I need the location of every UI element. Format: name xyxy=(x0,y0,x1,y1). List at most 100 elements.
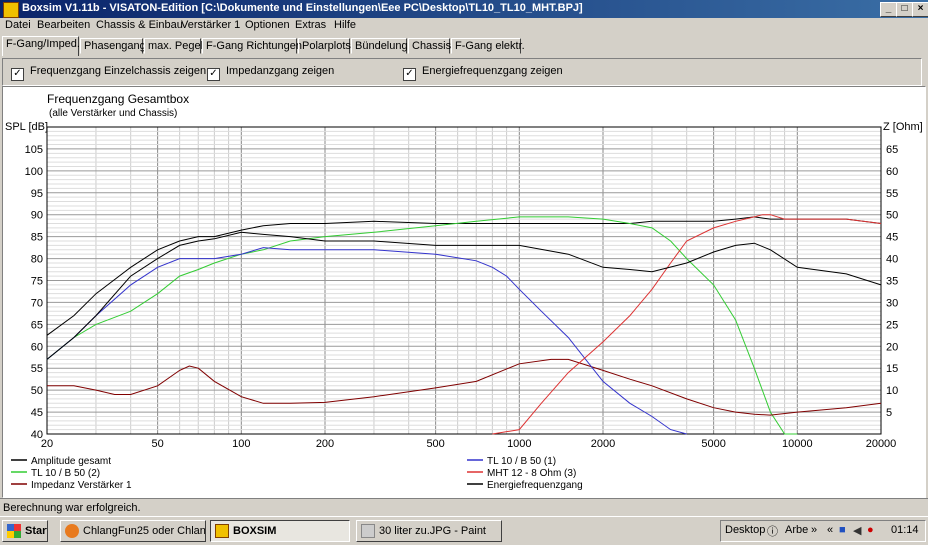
taskbar-item-boxsim[interactable]: BOXSIM xyxy=(210,520,350,542)
taskbar-item-browser[interactable]: ChlangFun25 oder Chlan... xyxy=(60,520,206,542)
status-bar: Berechnung war erfolgreich. xyxy=(0,498,928,517)
network-icon[interactable]: ■ xyxy=(839,524,846,536)
legend-label: MHT 12 - 8 Ohm (3) xyxy=(487,468,576,479)
y-tick-label-left: 60 xyxy=(31,341,43,353)
taskbar: Start ChlangFun25 oder Chlan... BOXSIM 3… xyxy=(0,516,928,545)
y-tick-label-right: 65 xyxy=(886,144,898,156)
tab-fgang-imped[interactable]: F-Gang/Imped. xyxy=(2,36,80,56)
y-tick-label-left: 80 xyxy=(31,254,43,266)
menu-bar: Datei Bearbeiten Chassis & Einbau Verstä… xyxy=(0,18,928,34)
title-bar: Boxsim V1.11b - VISATON-Edition [C:\Doku… xyxy=(0,0,928,18)
check-einzelchassis[interactable]: ✓ Frequenzgang Einzelchassis zeigen xyxy=(11,65,206,81)
check-impedanz[interactable]: ✓ Impedanzgang zeigen xyxy=(207,65,334,81)
tab-max-pegel[interactable]: max. Pegel xyxy=(144,38,203,54)
windows-logo-icon xyxy=(7,524,21,538)
y-tick-label-left: 55 xyxy=(31,363,43,375)
legend-label: TL 10 / B 50 (1) xyxy=(487,456,556,467)
y-tick-label-left: 40 xyxy=(31,429,43,441)
taskbar-item-label: 30 liter zu.JPG - Paint xyxy=(379,525,486,537)
system-tray: Desktop ⓘ Arbe » « ■ ◀ ● 01:14 xyxy=(720,520,926,542)
x-tick-label: 1000 xyxy=(507,438,531,450)
maximize-button[interactable]: □ xyxy=(896,2,913,17)
check-label: Frequenzgang Einzelchassis zeigen xyxy=(30,65,207,77)
tray-expand-icon[interactable]: « xyxy=(827,524,833,536)
check-energie[interactable]: ✓ Energiefrequenzgang zeigen xyxy=(403,65,563,81)
clock: 01:14 xyxy=(891,524,919,536)
paint-icon xyxy=(361,524,375,538)
y-tick-label-right: 25 xyxy=(886,319,898,331)
x-tick-label: 200 xyxy=(316,438,334,450)
y-tick-label-left: 50 xyxy=(31,385,43,397)
arbe-toolbar-label[interactable]: Arbe xyxy=(785,524,808,536)
tab-bar: F-Gang/Imped. Phasengang max. Pegel F-Ga… xyxy=(0,36,928,56)
y-tick-label-right: 40 xyxy=(886,254,898,266)
boxsim-icon xyxy=(215,524,229,538)
y-tick-label-left: 75 xyxy=(31,276,43,288)
menu-optionen[interactable]: Optionen xyxy=(245,19,290,31)
series-line xyxy=(46,231,882,360)
firefox-icon xyxy=(65,524,79,538)
check-label: Impedanzgang zeigen xyxy=(226,65,335,77)
tab-phasengang[interactable]: Phasengang xyxy=(80,38,146,54)
tab-fgang-richtungen[interactable]: F-Gang Richtungen xyxy=(202,38,302,54)
y-tick-label-left: 105 xyxy=(25,144,43,156)
taskbar-item-paint[interactable]: 30 liter zu.JPG - Paint xyxy=(356,520,502,542)
checkbox-icon[interactable]: ✓ xyxy=(403,68,416,81)
menu-datei[interactable]: Datei xyxy=(5,19,31,31)
y-tick-label-right: 60 xyxy=(886,166,898,178)
help-icon: ⓘ xyxy=(767,526,778,538)
y-tick-label-right: 50 xyxy=(886,210,898,222)
chart-legend: Amplitude gesamtTL 10 / B 50 (2)Impedanz… xyxy=(11,456,583,491)
volume-icon[interactable]: ◀ xyxy=(853,524,861,537)
start-label: Start xyxy=(25,525,48,537)
checkbox-icon[interactable]: ✓ xyxy=(11,68,24,81)
security-icon[interactable]: ● xyxy=(867,524,874,536)
chart-panel: Frequenzgang Gesamtbox (alle Verstärker … xyxy=(2,86,926,498)
tab-polarplots[interactable]: Polarplots xyxy=(298,38,351,54)
y-tick-label-left: 65 xyxy=(31,319,43,331)
toolbar-expand-icon[interactable]: » xyxy=(811,524,817,536)
menu-extras[interactable]: Extras xyxy=(295,19,326,31)
tab-buendelung[interactable]: Bündelung xyxy=(351,38,408,54)
status-text: Berechnung war erfolgreich. xyxy=(3,502,141,514)
y-tick-label-left: 70 xyxy=(31,297,43,309)
y-axis-left-label: SPL [dB] xyxy=(5,121,48,133)
tab-fgang-elektr[interactable]: F-Gang elektr. xyxy=(451,38,525,54)
tab-chassis[interactable]: Chassis xyxy=(408,38,451,54)
start-button[interactable]: Start xyxy=(2,520,48,542)
series-line xyxy=(46,247,687,435)
y-tick-label-right: 55 xyxy=(886,188,898,200)
legend-label: Energiefrequenzgang xyxy=(487,480,583,491)
y-tick-label-left: 100 xyxy=(25,166,43,178)
menu-verstaerker[interactable]: Verstärker 1 xyxy=(181,19,240,31)
menu-bearbeiten[interactable]: Bearbeiten xyxy=(37,19,90,31)
legend-label: Impedanz Verstärker 1 xyxy=(31,480,132,491)
y-tick-label-right: 15 xyxy=(886,363,898,375)
checkbox-icon[interactable]: ✓ xyxy=(207,68,220,81)
x-tick-label: 50 xyxy=(152,438,164,450)
legend-label: Amplitude gesamt xyxy=(31,456,111,467)
chart-subtitle: (alle Verstärker und Chassis) xyxy=(49,108,177,119)
app-icon xyxy=(3,2,19,18)
x-tick-label: 100 xyxy=(232,438,250,450)
close-button[interactable]: × xyxy=(912,2,928,17)
y-tick-label-right: 35 xyxy=(886,276,898,288)
x-tick-label: 5000 xyxy=(701,438,725,450)
taskbar-item-label: ChlangFun25 oder Chlan... xyxy=(83,525,206,537)
check-label: Energiefrequenzgang zeigen xyxy=(422,65,563,77)
menu-hilfe[interactable]: Hilfe xyxy=(334,19,356,31)
y-tick-label-right: 10 xyxy=(886,385,898,397)
x-tick-label: 20000 xyxy=(866,438,897,450)
frequency-response-chart: Frequenzgang Gesamtbox (alle Verstärker … xyxy=(5,92,923,491)
y-tick-label-left: 45 xyxy=(31,407,43,419)
x-tick-label: 10000 xyxy=(782,438,813,450)
desktop-toolbar-label[interactable]: Desktop xyxy=(725,524,765,536)
x-tick-label: 500 xyxy=(426,438,444,450)
y-tick-label-right: 20 xyxy=(886,341,898,353)
chart-title: Frequenzgang Gesamtbox xyxy=(47,92,189,106)
menu-chassis-einbau[interactable]: Chassis & Einbau xyxy=(96,19,183,31)
y-tick-label-right: 45 xyxy=(886,232,898,244)
y-tick-label-left: 85 xyxy=(31,232,43,244)
minimize-button[interactable]: _ xyxy=(880,2,897,17)
y-axis-right-label: Z [Ohm] xyxy=(883,121,923,133)
